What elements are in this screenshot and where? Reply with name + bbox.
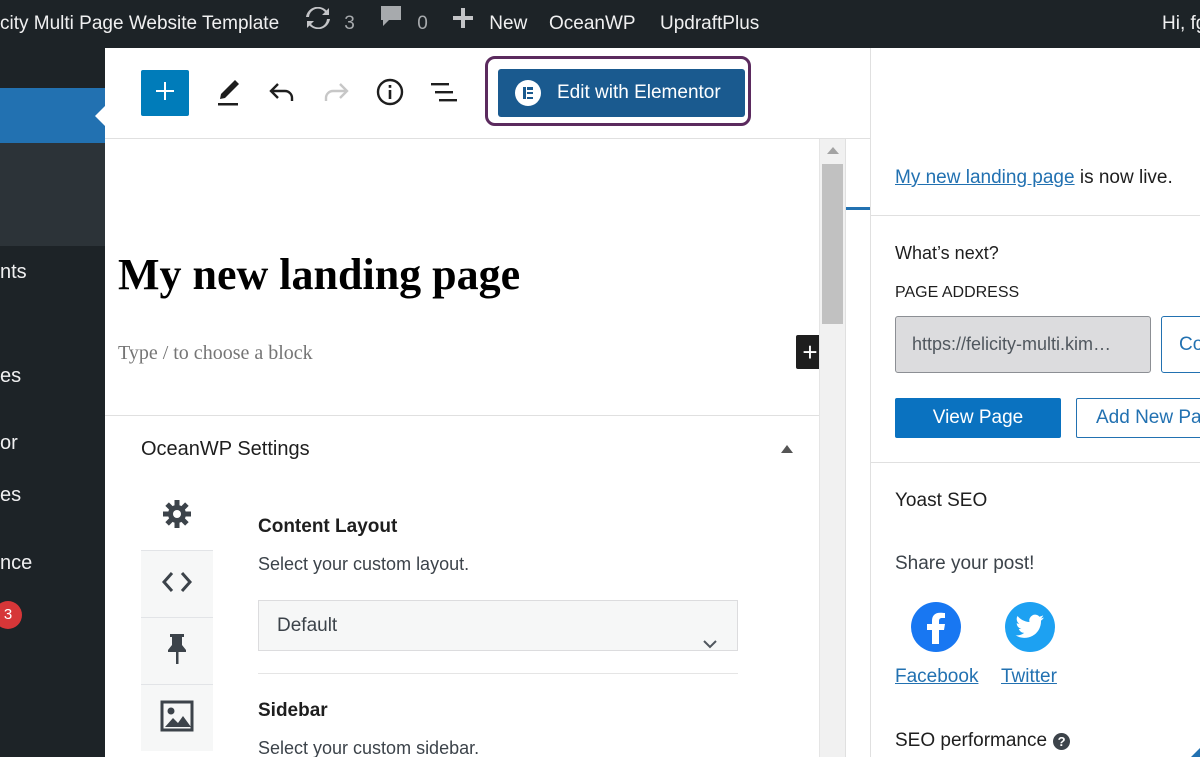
seo-performance-label: SEO performance: [895, 730, 1048, 751]
redo-button[interactable]: [318, 76, 354, 112]
edit-with-elementor-button[interactable]: Edit with Elementor: [498, 69, 745, 117]
tab-code[interactable]: [141, 550, 213, 617]
chevron-down-icon: [703, 619, 717, 668]
comments-count: 0: [417, 13, 428, 35]
twitter-share-link[interactable]: Twitter: [1001, 666, 1057, 688]
oceanwp-label: OceanWP: [549, 13, 636, 34]
collapse-caret-icon[interactable]: [781, 445, 793, 453]
updates-count: 3: [344, 13, 355, 35]
list-view-button[interactable]: [426, 76, 462, 112]
admin-menu-item-comments[interactable]: nts: [0, 261, 27, 284]
content-layout-label: Content Layout: [258, 516, 398, 537]
pencil-icon: [215, 77, 243, 112]
code-icon: [161, 570, 193, 599]
admin-menu-item-appearance[interactable]: nce: [0, 552, 32, 575]
list-view-icon: [429, 80, 459, 109]
oceanwp-menu-link[interactable]: OceanWP: [549, 0, 636, 48]
updates-link[interactable]: 3: [305, 0, 355, 48]
admin-menu-item-elementor[interactable]: or: [0, 432, 18, 455]
updates-icon: [305, 0, 331, 48]
gear-icon: [161, 498, 193, 535]
editor-canvas: My new landing page Type / to choose a b…: [105, 139, 824, 415]
publish-notice: My new landing page is now live.: [895, 167, 1173, 189]
panel-divider: [871, 215, 1200, 216]
content-layout-select[interactable]: Default: [258, 600, 738, 651]
twitter-icon[interactable]: [1005, 602, 1055, 652]
panel-corner-accent: [1189, 745, 1200, 757]
add-new-page-button[interactable]: Add New Pa: [1076, 398, 1200, 438]
redo-icon: [322, 80, 350, 109]
published-page-link[interactable]: My new landing page: [895, 167, 1075, 188]
admin-menu-item-pages[interactable]: es: [0, 365, 21, 388]
sidebar-setting-label: Sidebar: [258, 700, 328, 721]
page-address-input[interactable]: https://felicity-multi.kim…: [895, 316, 1151, 373]
image-icon: [160, 700, 194, 737]
admin-menu-item-label: or: [0, 432, 18, 454]
plugins-update-badge: 3: [0, 601, 22, 629]
info-icon: [375, 77, 405, 112]
active-tab-indicator: [846, 207, 871, 210]
facebook-share-link[interactable]: Facebook: [895, 666, 978, 688]
details-button[interactable]: [372, 76, 408, 112]
admin-menu-item-label: nce: [0, 552, 33, 574]
canvas-scrollbar[interactable]: [819, 139, 845, 757]
new-content-link[interactable]: New: [452, 0, 527, 48]
scroll-thumb[interactable]: [822, 164, 843, 324]
admin-menu: nts es or es nce 3: [0, 48, 105, 757]
view-page-button[interactable]: View Page: [895, 398, 1061, 438]
undo-icon: [268, 80, 296, 109]
page-title[interactable]: My new landing page: [118, 249, 520, 300]
seo-performance-heading[interactable]: SEO performance ?: [895, 730, 1071, 752]
help-icon[interactable]: ?: [1053, 732, 1071, 750]
post-publish-panel: My new landing page is now live. What’s …: [870, 139, 1200, 757]
pin-icon: [165, 632, 189, 671]
new-label: New: [489, 13, 528, 35]
updraftplus-label: UpdraftPlus: [660, 13, 760, 34]
oceanwp-settings-panel: OceanWP Settings Content Layout Select y…: [105, 415, 819, 757]
updraftplus-menu-link[interactable]: UpdraftPlus: [660, 0, 759, 48]
tab-title[interactable]: [141, 684, 213, 751]
oceanwp-settings-tabs: [141, 483, 213, 757]
tab-header[interactable]: [141, 617, 213, 684]
greeting-text: Hi, fg: [1162, 13, 1200, 34]
yoast-seo-heading: Yoast SEO: [895, 490, 988, 511]
edit-with-elementor-label: Edit with Elementor: [557, 82, 721, 103]
elementor-icon: [515, 80, 541, 106]
block-inserter-button[interactable]: [141, 70, 189, 116]
my-account-link[interactable]: Hi, fg: [1162, 0, 1200, 48]
comment-icon: [380, 0, 402, 48]
content-layout-value: Default: [277, 615, 338, 636]
oceanwp-settings-title[interactable]: OceanWP Settings: [141, 438, 310, 461]
tab-main-settings[interactable]: [141, 483, 213, 550]
admin-menu-item-label: nts: [0, 261, 27, 283]
editor-toolbar: Edit with Elementor: [105, 48, 870, 139]
page-address-label: PAGE ADDRESS: [895, 284, 1020, 301]
facebook-icon[interactable]: [911, 602, 961, 652]
site-name-text: city Multi Page Website Template: [0, 13, 280, 34]
undo-button[interactable]: [264, 76, 300, 112]
admin-menu-active-item[interactable]: [0, 88, 105, 143]
sidebar-setting-description: Select your custom sidebar.: [258, 738, 480, 757]
publish-notice-suffix: is now live.: [1074, 167, 1173, 188]
block-appender-placeholder[interactable]: Type / to choose a block: [118, 342, 313, 365]
content-layout-description: Select your custom layout.: [258, 554, 470, 574]
comments-link[interactable]: 0: [380, 0, 428, 48]
sidebar-header: [870, 48, 1200, 139]
site-name-link[interactable]: city Multi Page Website Template: [0, 0, 279, 48]
admin-menu-item-label: es: [0, 365, 22, 387]
plus-icon: [452, 0, 474, 48]
panel-divider: [871, 462, 1200, 463]
tools-button[interactable]: [211, 76, 247, 112]
admin-submenu: [0, 143, 105, 246]
settings-divider: [258, 673, 738, 674]
plus-icon: [154, 80, 176, 107]
copy-button[interactable]: Co: [1161, 316, 1200, 373]
admin-menu-item-templates[interactable]: es: [0, 484, 21, 507]
whats-next-heading: What’s next?: [895, 243, 999, 263]
scroll-up-arrow-icon[interactable]: [827, 147, 839, 154]
admin-bar: city Multi Page Website Template 3 0 New…: [0, 0, 1200, 48]
admin-menu-item-label: es: [0, 484, 22, 506]
sidebar-tab-strip: [845, 139, 871, 757]
share-post-label: Share your post!: [895, 553, 1035, 574]
